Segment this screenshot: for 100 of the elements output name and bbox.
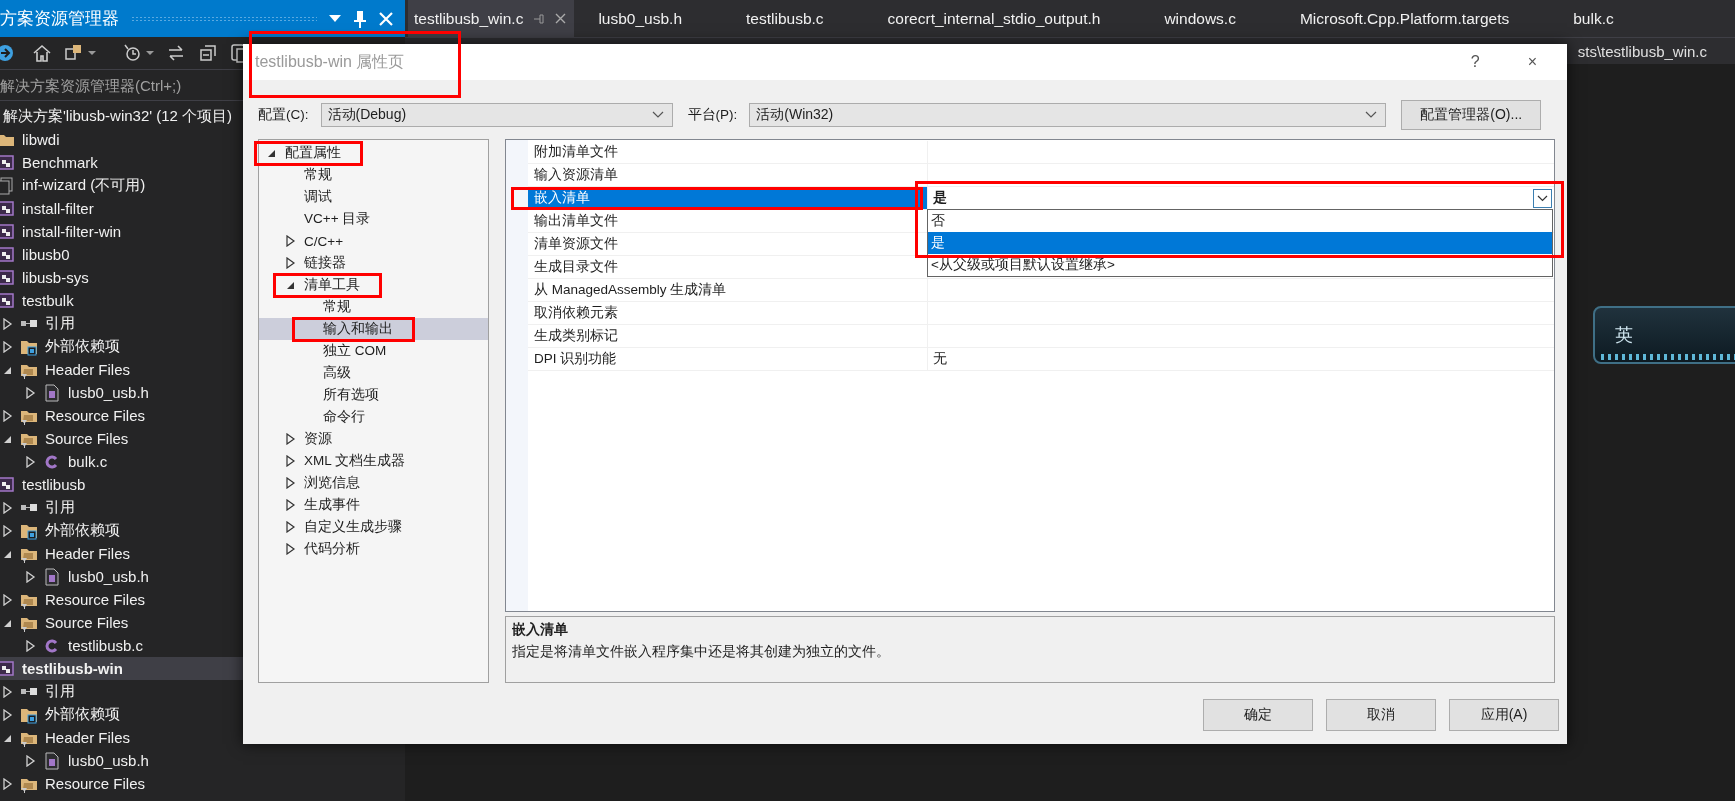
tree-item[interactable]: Header Files — [0, 726, 405, 749]
collapsed-arrow-icon[interactable] — [24, 639, 36, 652]
tree-item[interactable]: C/C++ — [259, 230, 488, 252]
sync-icon[interactable] — [166, 43, 186, 63]
tree-item[interactable]: Resource Files — [0, 772, 405, 795]
collapsed-arrow-icon[interactable] — [285, 433, 297, 445]
tree-item[interactable]: 高级 — [259, 362, 488, 384]
collapsed-arrow-icon[interactable] — [1, 501, 13, 514]
tree-item[interactable]: 输入和输出 — [259, 318, 488, 340]
collapse-icon[interactable] — [198, 43, 218, 63]
collapsed-arrow-icon[interactable] — [24, 754, 36, 767]
description-title: 嵌入清单 — [512, 621, 569, 639]
tree-item[interactable]: Resource Files — [0, 588, 405, 611]
tree-item[interactable]: 链接器 — [259, 252, 488, 274]
tree-item[interactable]: 资源 — [259, 428, 488, 450]
dropdown-option[interactable]: 是 — [928, 232, 1552, 254]
tree-item[interactable]: 常规 — [259, 164, 488, 186]
collapsed-arrow-icon[interactable] — [1, 685, 13, 698]
close-button[interactable]: × — [1523, 53, 1541, 71]
views-icon[interactable] — [64, 43, 84, 63]
tree-item[interactable]: 所有选项 — [259, 384, 488, 406]
property-name[interactable]: 从 ManagedAssembly 生成清单 — [528, 279, 928, 302]
help-button[interactable]: ? — [1466, 53, 1484, 71]
collapsed-arrow-icon[interactable] — [24, 386, 36, 399]
document-tab[interactable]: windows.c — [1158, 0, 1294, 37]
header-file-icon — [43, 383, 61, 402]
document-tab[interactable]: Microsoft.Cpp.Platform.targets — [1293, 0, 1568, 37]
caret-icon[interactable] — [88, 50, 96, 56]
property-name[interactable]: 生成类别标记 — [528, 325, 928, 348]
collapsed-arrow-icon[interactable] — [285, 257, 297, 269]
caret-icon[interactable] — [146, 50, 154, 56]
collapsed-arrow-icon[interactable] — [285, 543, 297, 555]
tree-item[interactable]: 生成事件 — [259, 494, 488, 516]
tree-item[interactable]: Source Files — [0, 611, 405, 634]
dialog-button[interactable]: 取消 — [1326, 699, 1436, 731]
dialog-title: testlibusb-win 属性页 — [255, 51, 1427, 73]
collapsed-arrow-icon[interactable] — [285, 477, 297, 489]
history-icon[interactable] — [122, 43, 142, 63]
project-icon — [0, 153, 15, 172]
home-icon[interactable] — [32, 43, 52, 63]
dialog-button[interactable]: 确定 — [1203, 699, 1313, 731]
collapsed-arrow-icon[interactable] — [285, 499, 297, 511]
dropdown-button[interactable] — [1533, 188, 1552, 208]
tree-item[interactable]: 引用 — [0, 680, 405, 703]
dialog-button[interactable]: 应用(A) — [1449, 699, 1559, 731]
collapsed-arrow-icon[interactable] — [1, 593, 13, 606]
collapsed-arrow-icon[interactable] — [285, 455, 297, 467]
tree-item[interactable]: lusb0_usb.h — [0, 565, 405, 588]
combo-box[interactable]: 活动(Win32) — [749, 103, 1387, 127]
combo-box[interactable]: 活动(Debug) — [320, 103, 673, 127]
tree-item[interactable]: VC++ 目录 — [259, 208, 488, 230]
property-name[interactable]: 取消依赖元素 — [528, 302, 928, 325]
collapsed-arrow-icon[interactable] — [285, 521, 297, 533]
tree-item[interactable]: 独立 COM — [259, 340, 488, 362]
tree-item[interactable]: 清单工具 — [259, 274, 488, 296]
project-icon — [0, 475, 15, 494]
tree-item[interactable]: 常规 — [259, 296, 488, 318]
property-value: 是 — [933, 189, 947, 207]
tree-item[interactable]: testlibusb.c — [0, 634, 405, 657]
dropdown-icon[interactable] — [329, 14, 341, 23]
property-name[interactable]: 附加清单文件 — [528, 141, 928, 164]
file-path: sts\testlibusb_win.c — [1577, 42, 1707, 60]
chevron-icon — [1537, 194, 1548, 202]
tree-item[interactable]: 自定义生成步骤 — [259, 516, 488, 538]
tree-item[interactable]: 代码分析 — [259, 538, 488, 560]
tree-item[interactable]: lusb0_usb.h — [0, 749, 405, 772]
collapsed-arrow-icon[interactable] — [1, 317, 13, 330]
tree-item[interactable]: 外部依赖项 — [0, 703, 405, 726]
config-manager-button[interactable]: 配置管理器(O)... — [1401, 100, 1542, 130]
property-name[interactable]: 生成目录文件 — [528, 256, 928, 279]
collapsed-arrow-icon[interactable] — [1, 708, 13, 721]
project-icon — [0, 222, 15, 241]
document-tab[interactable]: corecrt_internal_stdio_output.h — [881, 0, 1159, 37]
dropdown-option[interactable]: 否 — [928, 210, 1552, 232]
collapsed-arrow-icon[interactable] — [1, 524, 13, 537]
tree-item[interactable]: 浏览信息 — [259, 472, 488, 494]
collapsed-arrow-icon[interactable] — [285, 235, 297, 247]
property-name[interactable]: DPI 识别功能 — [528, 348, 928, 371]
collapsed-arrow-icon[interactable] — [1, 340, 13, 353]
document-tab[interactable]: testlibusb.c — [740, 0, 882, 37]
dropdown-option[interactable]: <从父级或项目默认设置继承> — [928, 254, 1552, 276]
collapsed-arrow-icon[interactable] — [24, 570, 36, 583]
chevron-icon — [1365, 111, 1378, 119]
tree-item[interactable]: XML 文档生成器 — [259, 450, 488, 472]
collapsed-arrow-icon[interactable] — [1, 409, 13, 422]
project-icon — [0, 199, 15, 218]
document-tab[interactable]: lusb0_usb.h — [592, 0, 740, 37]
document-tab[interactable]: bulk.c — [1567, 0, 1672, 37]
tree-item[interactable]: 调试 — [259, 186, 488, 208]
close-icon[interactable] — [555, 13, 567, 24]
collapsed-arrow-icon[interactable] — [1, 777, 13, 790]
pin-icon[interactable] — [353, 9, 367, 28]
project-icon — [0, 245, 15, 264]
tree-item[interactable]: 命令行 — [259, 406, 488, 428]
document-tab[interactable]: testlibusb_win.c — [408, 0, 575, 37]
property-name[interactable]: 输入资源清单 — [528, 164, 928, 187]
pin-icon[interactable] — [533, 12, 546, 25]
panel-title: 方案资源管理器 — [0, 8, 119, 30]
collapsed-arrow-icon[interactable] — [24, 455, 36, 468]
tree-item[interactable]: 配置属性 — [259, 142, 488, 164]
